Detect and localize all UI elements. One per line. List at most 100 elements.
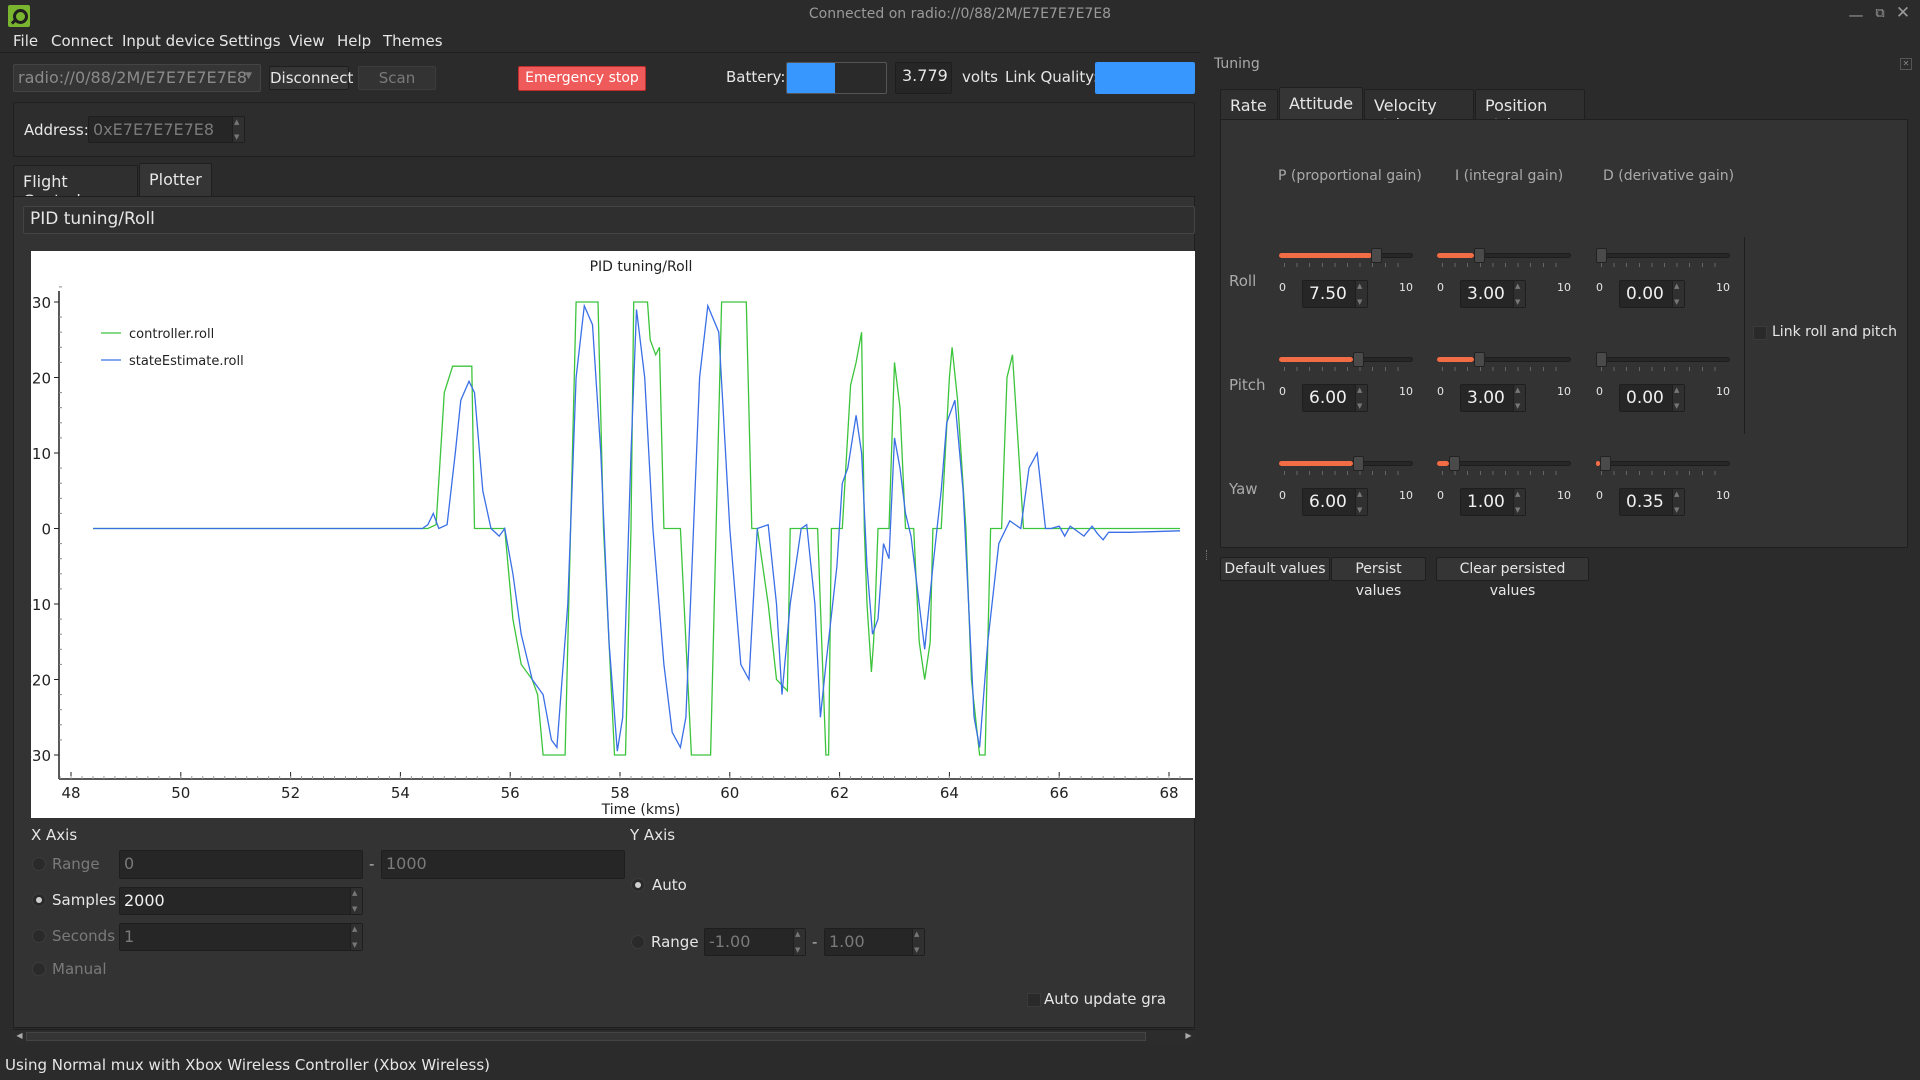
roll-i-min-label: 0: [1437, 281, 1444, 294]
seconds-spin-arrows[interactable]: [350, 924, 362, 950]
volts-label: volts: [962, 68, 998, 86]
x-samples-radio[interactable]: [32, 893, 46, 907]
y-range-radio[interactable]: [631, 935, 645, 949]
menu-settings[interactable]: Settings: [219, 32, 281, 50]
tab-flight-control[interactable]: Flight Control: [13, 165, 138, 210]
minimize-icon[interactable]: —: [1846, 6, 1866, 24]
tuning-tab-velocity[interactable]: Velocity ctrl: [1364, 89, 1474, 134]
pitch-i-spin-arrows[interactable]: [1513, 385, 1525, 411]
roll-i-slider-handle[interactable]: [1473, 248, 1485, 263]
x-tick-label: 62: [830, 784, 849, 802]
dock-splitter-handle[interactable]: [1206, 550, 1209, 560]
menu-connect[interactable]: Connect: [51, 32, 113, 50]
plot-area[interactable]: PID tuning/Roll 30 20 10 0 -10 -20 -30 48 50 52 54…: [27, 251, 1195, 818]
restore-icon[interactable]: ⧉: [1870, 6, 1890, 24]
scrollbar-thumb[interactable]: [26, 1032, 1146, 1041]
x-seconds-input[interactable]: 1: [119, 923, 363, 951]
roll-p-spin-arrows[interactable]: [1355, 281, 1367, 307]
y-to-spin-arrows[interactable]: [912, 929, 924, 955]
x-manual-label: Manual: [52, 960, 107, 978]
roll-i-spin-arrows[interactable]: [1513, 281, 1525, 307]
link-quality-label: Link Quality:: [1005, 68, 1099, 86]
yaw-i-value: 1.00: [1467, 492, 1505, 512]
yaw-d-slider[interactable]: [1596, 461, 1730, 466]
tuning-tab-rate[interactable]: Rate: [1220, 89, 1278, 120]
yaw-d-spinbox[interactable]: 0.35: [1619, 488, 1685, 516]
yaw-i-spin-arrows[interactable]: [1513, 489, 1525, 515]
y-range-to-input[interactable]: 1.00: [824, 928, 925, 956]
auto-update-checkbox[interactable]: [1027, 993, 1041, 1007]
y-from-spin-arrows[interactable]: [793, 929, 805, 955]
y-range-from-input[interactable]: -1.00: [704, 928, 806, 956]
pitch-p-max-label: 10: [1399, 385, 1413, 398]
pitch-d-slider-handle[interactable]: [1596, 352, 1607, 367]
roll-d-slider[interactable]: [1596, 253, 1730, 258]
scroll-left-icon[interactable]: ◀: [14, 1031, 25, 1042]
y-range-to-value: 1.00: [829, 932, 865, 951]
x-range-from-input[interactable]: 0: [119, 850, 363, 879]
plot-config-combo[interactable]: PID tuning/Roll: [23, 206, 1195, 234]
pitch-d-slider[interactable]: [1596, 357, 1730, 362]
samples-spin-arrows[interactable]: [350, 888, 362, 914]
disconnect-button[interactable]: Disconnect: [269, 66, 353, 90]
roll-i-spinbox[interactable]: 3.00: [1460, 280, 1526, 308]
pitch-p-slider-handle[interactable]: [1352, 352, 1364, 367]
clear-persisted-values-button[interactable]: Clear persisted values: [1436, 557, 1589, 599]
x-seconds-value: 1: [124, 927, 135, 946]
y-tick-label: 30: [32, 294, 51, 312]
pitch-d-max-label: 10: [1716, 385, 1730, 398]
yaw-p-spin-arrows[interactable]: [1355, 489, 1367, 515]
default-values-button[interactable]: Default values: [1220, 557, 1330, 581]
yaw-p-spinbox[interactable]: 6.00: [1302, 488, 1368, 516]
roll-d-spinbox[interactable]: 0.00: [1619, 280, 1685, 308]
yaw-d-spin-arrows[interactable]: [1672, 489, 1684, 515]
close-icon[interactable]: ✕: [1893, 3, 1913, 23]
menu-view[interactable]: View: [289, 32, 325, 50]
x-samples-input[interactable]: 2000: [119, 887, 363, 915]
pitch-i-spinbox[interactable]: 3.00: [1460, 384, 1526, 412]
range-dash: -: [369, 855, 375, 873]
scroll-right-icon[interactable]: ▶: [1183, 1031, 1194, 1042]
window-title: Connected on radio://0/88/2M/E7E7E7E7E8: [808, 6, 1112, 22]
x-range-to-input[interactable]: 1000: [381, 850, 625, 879]
y-auto-radio[interactable]: [631, 878, 645, 892]
dock-close-icon[interactable]: ✕: [1900, 58, 1912, 70]
y-range-label: Range: [651, 933, 699, 951]
x-tick-label: 66: [1050, 784, 1069, 802]
persist-values-button[interactable]: Persist values: [1331, 557, 1426, 599]
roll-d-slider-handle[interactable]: [1596, 248, 1607, 263]
tuning-tab-position[interactable]: Position ctrl: [1475, 89, 1585, 134]
pitch-p-spin-arrows[interactable]: [1355, 385, 1367, 411]
yaw-p-slider-handle[interactable]: [1352, 456, 1364, 471]
address-value: 0xE7E7E7E7E8: [93, 120, 215, 139]
x-range-radio[interactable]: [32, 857, 46, 871]
menu-themes[interactable]: Themes: [383, 32, 443, 50]
menu-file[interactable]: File: [13, 32, 38, 50]
pitch-d-spin-arrows[interactable]: [1672, 385, 1684, 411]
pitch-i-slider-handle[interactable]: [1473, 352, 1485, 367]
x-manual-radio[interactable]: [32, 962, 46, 976]
x-range-from-value: 0: [124, 854, 135, 873]
yaw-i-spinbox[interactable]: 1.00: [1460, 488, 1526, 516]
tab-plotter[interactable]: Plotter: [139, 163, 212, 197]
roll-p-slider-handle[interactable]: [1371, 248, 1383, 263]
address-input[interactable]: 0xE7E7E7E7E8: [88, 116, 245, 143]
emergency-stop-button[interactable]: Emergency stop: [518, 66, 646, 91]
menu-help[interactable]: Help: [337, 32, 371, 50]
address-spin-arrows[interactable]: [232, 117, 244, 142]
menu-input-device[interactable]: Input device: [122, 32, 215, 50]
x-seconds-radio[interactable]: [32, 929, 46, 943]
uri-combo[interactable]: radio://0/88/2M/E7E7E7E7E8 ▼: [13, 64, 261, 92]
tuning-tab-attitude[interactable]: Attitude: [1279, 87, 1363, 120]
link-roll-pitch-checkbox[interactable]: [1753, 326, 1767, 340]
yaw-d-slider-handle[interactable]: [1600, 456, 1612, 471]
yaw-i-slider-handle[interactable]: [1449, 456, 1461, 471]
roll-d-value: 0.00: [1626, 284, 1664, 304]
roll-d-spin-arrows[interactable]: [1672, 281, 1684, 307]
horizontal-scrollbar[interactable]: ◀ ▶: [13, 1029, 1195, 1043]
scan-button[interactable]: Scan: [358, 66, 436, 90]
pitch-p-spinbox[interactable]: 6.00: [1302, 384, 1368, 412]
pitch-d-spinbox[interactable]: 0.00: [1619, 384, 1685, 412]
chart-title: PID tuning/Roll: [590, 259, 693, 275]
roll-p-spinbox[interactable]: 7.50: [1302, 280, 1368, 308]
